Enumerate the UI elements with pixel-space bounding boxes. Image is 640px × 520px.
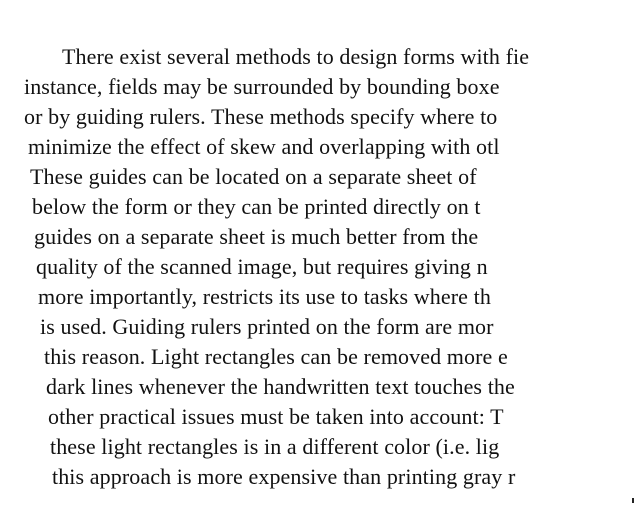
text-line: more importantly, restricts its use to t… bbox=[38, 284, 491, 309]
text-line: minimize the effect of skew and overlapp… bbox=[28, 134, 500, 159]
text-line: these light rectangles is in a different… bbox=[50, 434, 500, 459]
text-line: There exist several methods to design fo… bbox=[62, 44, 530, 69]
text-line: this approach is more expensive than pri… bbox=[52, 464, 516, 489]
text-line: instance, fields may be surrounded by bo… bbox=[24, 74, 500, 99]
scanned-document-page: There exist several methods to design fo… bbox=[0, 0, 640, 520]
text-line: is used. Guiding rulers printed on the f… bbox=[40, 314, 494, 339]
text-line: These guides can be located on a separat… bbox=[30, 164, 477, 189]
scan-speck bbox=[632, 498, 634, 503]
text-line: other practical issues must be taken int… bbox=[48, 404, 504, 429]
text-line: dark lines whenever the handwritten text… bbox=[46, 374, 515, 399]
text-line: below the form or they can be printed di… bbox=[32, 194, 481, 219]
text-line: or by guiding rulers. These methods spec… bbox=[24, 104, 498, 129]
text-line: this reason. Light rectangles can be rem… bbox=[44, 344, 508, 369]
text-line: guides on a separate sheet is much bette… bbox=[34, 224, 479, 249]
text-line: quality of the scanned image, but requir… bbox=[36, 254, 488, 279]
